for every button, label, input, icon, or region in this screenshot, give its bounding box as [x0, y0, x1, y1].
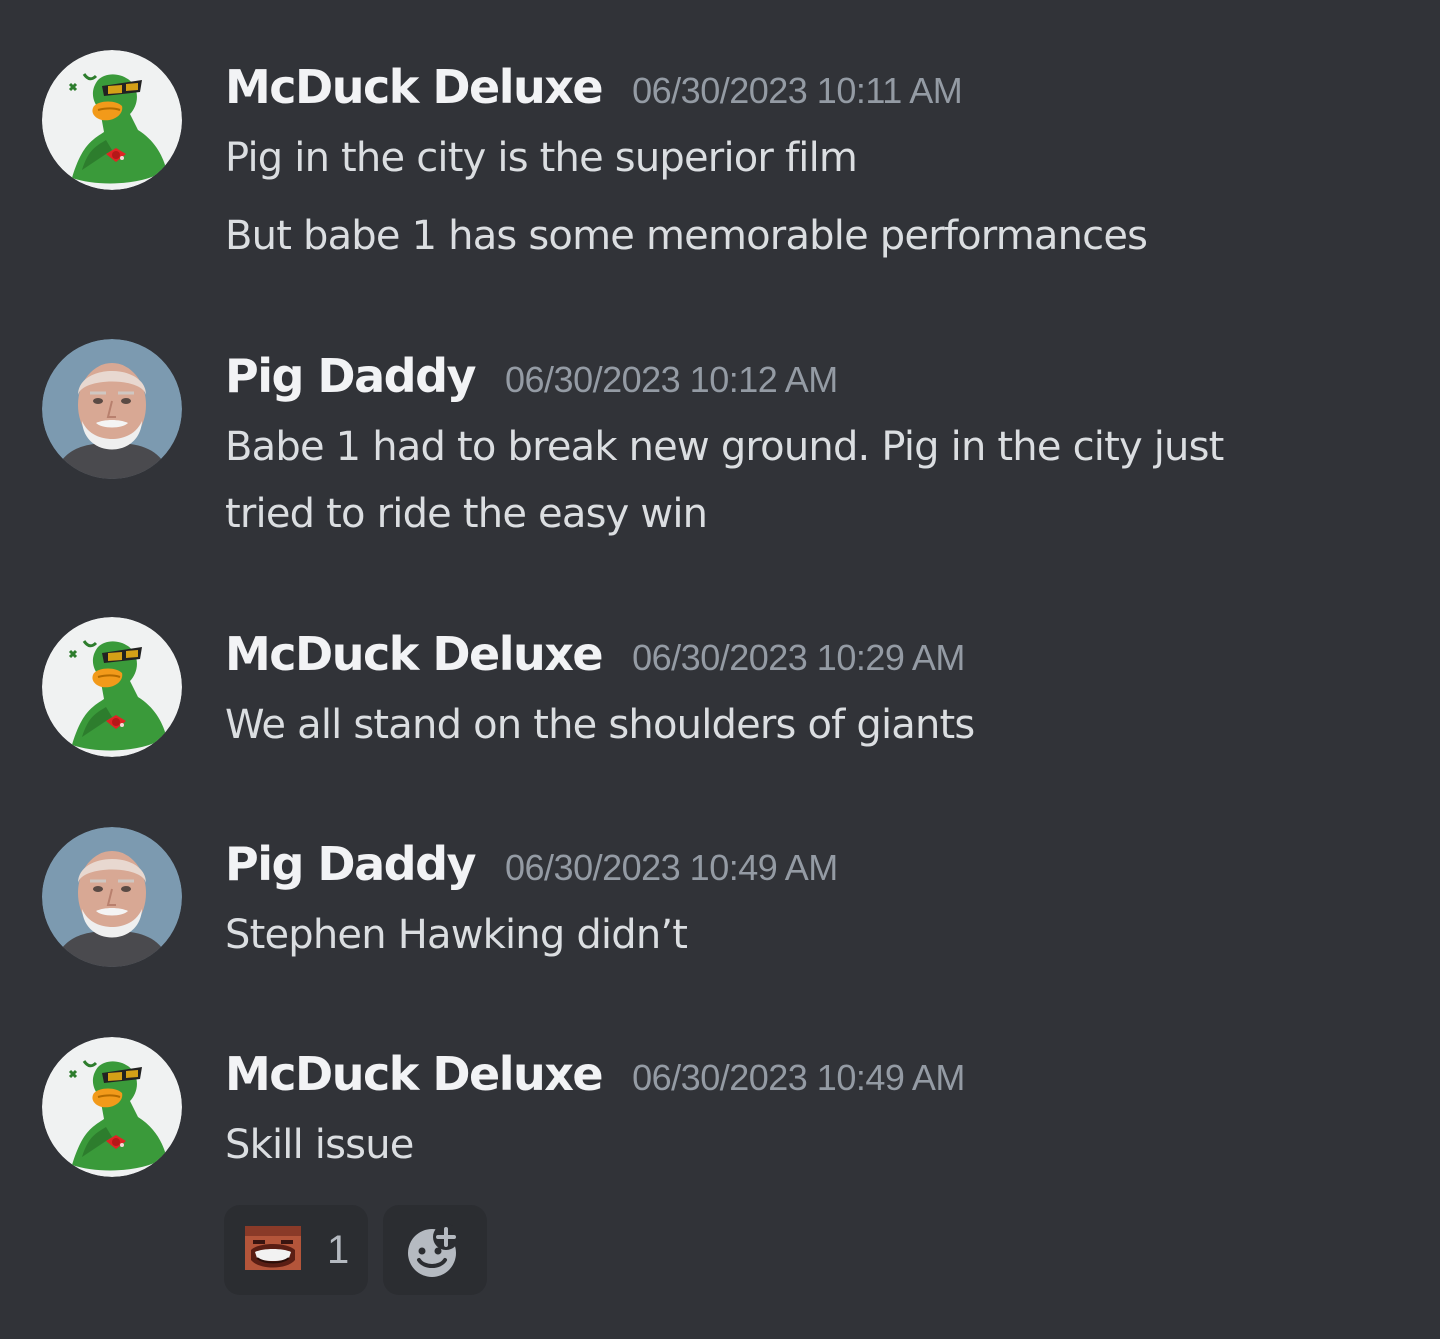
message-author[interactable]: McDuck Deluxe — [225, 60, 604, 114]
message-author[interactable]: McDuck Deluxe — [225, 1047, 604, 1101]
message-author[interactable]: McDuck Deluxe — [225, 627, 604, 681]
message-timestamp: 06/30/2023 10:29 AM — [632, 637, 965, 678]
duck-icon — [42, 50, 182, 190]
message-timestamp: 06/30/2023 10:11 AM — [632, 70, 963, 111]
duck-avatar[interactable] — [42, 617, 182, 757]
message-timestamp: 06/30/2023 10:49 AM — [505, 847, 838, 888]
message-text: But babe 1 has some memorable performanc… — [225, 213, 1148, 259]
message-author[interactable]: Pig Daddy — [225, 349, 477, 403]
message-text: tried to ride the easy win — [225, 491, 708, 537]
message-text: Stephen Hawking didn’t — [225, 912, 688, 958]
message-text: Pig in the city is the superior film — [225, 135, 858, 181]
add-reaction-button[interactable] — [383, 1205, 487, 1295]
duck-avatar[interactable] — [42, 50, 182, 190]
duck-avatar[interactable] — [42, 1037, 182, 1177]
reaction-count: 1 — [327, 1227, 350, 1272]
duck-icon — [42, 1037, 182, 1177]
laughing-face-emoji-icon — [245, 1226, 301, 1274]
add-emoji-icon — [406, 1221, 464, 1279]
message-text: Babe 1 had to break new ground. Pig in t… — [225, 424, 1224, 470]
duck-icon — [42, 617, 182, 757]
message-timestamp: 06/30/2023 10:49 AM — [632, 1057, 965, 1098]
old-man-icon — [42, 827, 182, 967]
message-timestamp: 06/30/2023 10:12 AM — [505, 359, 838, 400]
old-man-avatar[interactable] — [42, 827, 182, 967]
old-man-icon — [42, 339, 182, 479]
message-text: Skill issue — [225, 1122, 414, 1168]
message-text: We all stand on the shoulders of giants — [225, 702, 975, 748]
reaction-button[interactable]: 1 — [224, 1205, 368, 1295]
message-author[interactable]: Pig Daddy — [225, 837, 477, 891]
old-man-avatar[interactable] — [42, 339, 182, 479]
